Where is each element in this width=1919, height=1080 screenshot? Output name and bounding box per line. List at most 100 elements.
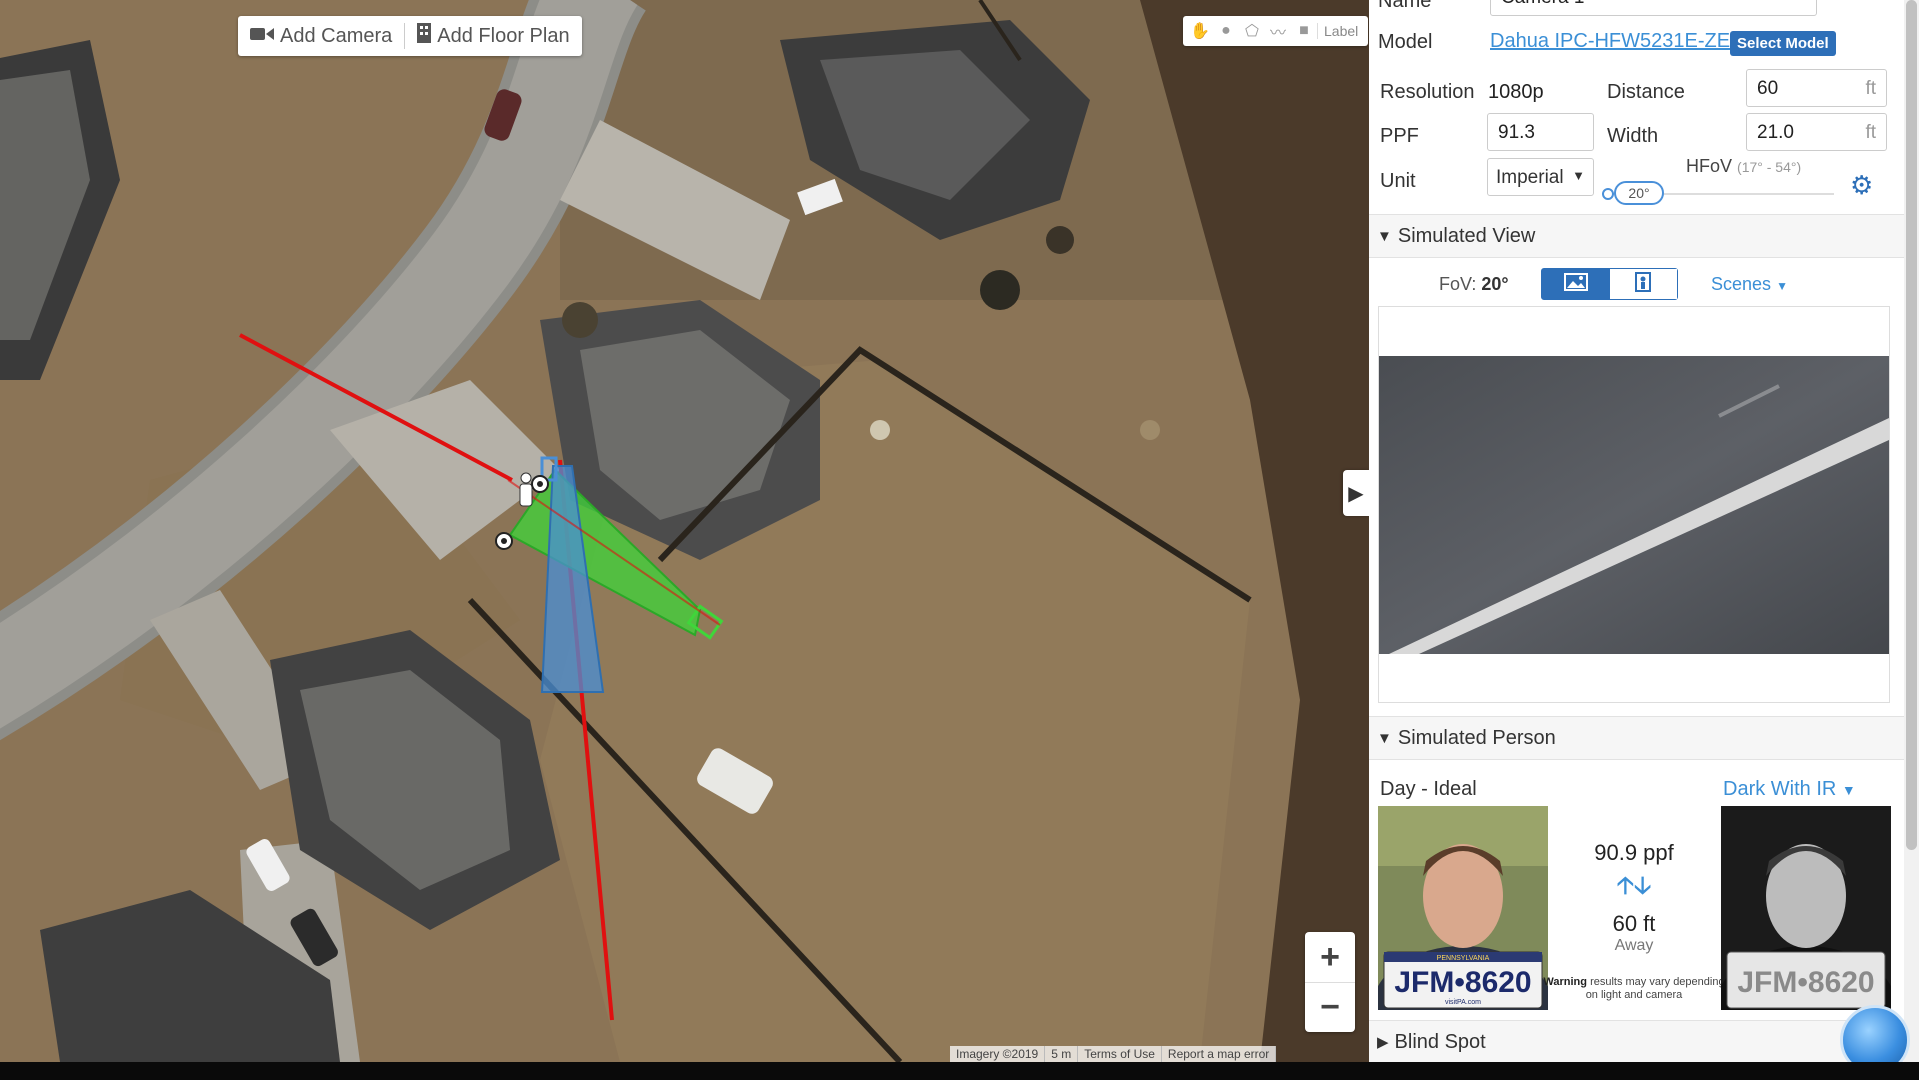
width-label: Width — [1607, 125, 1659, 147]
night-mode-value: Dark With IR — [1723, 778, 1837, 800]
add-camera-label: Add Camera — [280, 24, 393, 47]
simulated-view-title: Simulated View — [1397, 224, 1536, 247]
label-tool[interactable]: Label — [1317, 23, 1364, 39]
gear-icon[interactable]: ⚙ — [1850, 170, 1873, 201]
drawing-tools: ✋ ● ⬠ 〰 ■ Label — [1183, 16, 1369, 46]
day-plate-number: JFM•8620 — [1394, 966, 1531, 999]
add-floor-plan-button[interactable]: Add Floor Plan — [405, 16, 581, 56]
day-face-image: PENNSYLVANIA JFM•8620 visitPA.com — [1378, 806, 1548, 1010]
warning-bold: Warning — [1543, 976, 1587, 988]
width-value: 21.0 — [1757, 122, 1794, 143]
model-link[interactable]: Dahua IPC-HFW5231E-ZE — [1490, 30, 1730, 53]
fov-readout: FoV: 20° — [1439, 274, 1509, 295]
ppf-label: PPF — [1380, 125, 1419, 147]
camera-settings-panel: Name Camera 1 Model Dahua IPC-HFW5231E-Z… — [1369, 0, 1904, 1062]
zoom-out-button[interactable]: − — [1305, 982, 1355, 1032]
warning-text: results may vary depending on light and … — [1585, 976, 1725, 1001]
zoom-in-button[interactable]: + — [1305, 932, 1355, 982]
portrait-view-button[interactable] — [1609, 269, 1677, 299]
ppf-input[interactable]: 91.3 — [1487, 113, 1594, 151]
caret-right-icon: ▶ — [1377, 1034, 1389, 1051]
map-attribution: Imagery ©2019 5 m Terms of Use Report a … — [950, 1046, 1277, 1062]
resolution-label: Resolution — [1380, 81, 1475, 103]
warning-note: Warning results may vary depending on li… — [1541, 976, 1727, 1002]
report-error-link[interactable]: Report a map error — [1162, 1046, 1277, 1062]
panel-scrollbar[interactable] — [1904, 0, 1919, 1062]
map-toolbar: Add Camera Add Floor Plan — [238, 16, 582, 56]
caret-down-icon: ▼ — [1377, 729, 1392, 747]
simulated-view-image — [1379, 356, 1889, 654]
simulated-view-frame — [1378, 306, 1890, 703]
terms-link[interactable]: Terms of Use — [1078, 1046, 1162, 1062]
up-down-arrows-icon[interactable]: 🡡🡣 — [1549, 868, 1719, 909]
scrollbar-thumb[interactable] — [1906, 0, 1917, 850]
video-camera-icon — [250, 25, 274, 48]
simulated-person-header[interactable]: ▼ Simulated Person — [1369, 716, 1904, 760]
hfov-range: (17° - 54°) — [1737, 159, 1802, 175]
rectangle-tool-icon[interactable]: ■ — [1291, 18, 1317, 44]
night-mode-dropdown[interactable]: Dark With IR ▼ — [1723, 778, 1856, 801]
ppf-readout: 90.9 ppf 🡡🡣 60 ft Away — [1549, 840, 1719, 955]
ir-face-preview: JFM•8620 — [1721, 806, 1891, 1010]
distance-unit: ft — [1865, 78, 1876, 99]
day-plate-state: PENNSYLVANIA — [1437, 955, 1490, 962]
ir-face-image: JFM•8620 — [1721, 806, 1891, 1010]
day-face-preview: PENNSYLVANIA JFM•8620 visitPA.com — [1378, 806, 1548, 1010]
ir-plate-number: JFM•8620 — [1737, 966, 1874, 999]
pan-hand-icon[interactable]: ✋ — [1187, 18, 1213, 44]
polygon-tool-icon[interactable]: ⬠ — [1239, 18, 1265, 44]
day-mode-label: Day - Ideal — [1380, 778, 1477, 800]
model-label: Model — [1378, 31, 1433, 53]
distance-input[interactable]: 60 ft — [1746, 69, 1887, 107]
person-distance: 60 ft — [1612, 911, 1656, 936]
satellite-imagery — [0, 0, 1369, 1062]
add-floor-plan-label: Add Floor Plan — [437, 24, 570, 47]
day-plate-site: visitPA.com — [1445, 999, 1481, 1006]
simulated-view-header[interactable]: ▼ Simulated View — [1369, 214, 1904, 258]
simulated-person-title: Simulated Person — [1397, 726, 1556, 749]
caret-right-icon: ▶ — [1348, 482, 1364, 505]
line-tool-icon[interactable]: 〰 — [1265, 18, 1291, 44]
add-camera-button[interactable]: Add Camera — [238, 16, 404, 56]
hfov-slider-handle[interactable]: 20° — [1614, 181, 1664, 205]
camera-name-value: Camera 1 — [1501, 0, 1584, 8]
satellite-map[interactable]: Add Camera Add Floor Plan ✋ ● ⬠ 〰 ■ Labe… — [0, 0, 1369, 1062]
unit-select[interactable]: Imperial ▼ — [1487, 158, 1594, 196]
fov-label: FoV: — [1439, 274, 1477, 294]
resolution-value: 1080p — [1488, 81, 1544, 103]
taskbar — [0, 1062, 1919, 1080]
hfov-label: HFoV — [1686, 156, 1733, 176]
view-mode-toggle — [1541, 268, 1678, 300]
caret-down-icon: ▼ — [1572, 168, 1585, 183]
unit-value: Imperial — [1496, 167, 1564, 188]
camera-name-input[interactable]: Camera 1 — [1490, 0, 1817, 16]
unit-label: Unit — [1380, 170, 1416, 192]
collapse-panel-button[interactable]: ▶ — [1343, 470, 1369, 516]
scenes-label: Scenes — [1711, 274, 1772, 294]
name-label: Name — [1378, 0, 1432, 12]
fov-value: 20° — [1481, 274, 1509, 294]
caret-down-icon: ▼ — [1776, 279, 1788, 293]
zoom-control: + − — [1305, 932, 1355, 1032]
hfov-slider-min-dot — [1602, 188, 1614, 200]
select-model-button[interactable]: Select Model — [1730, 31, 1836, 56]
away-label: Away — [1614, 937, 1654, 954]
blind-spot-header[interactable]: ▶ Blind Spot — [1369, 1020, 1904, 1062]
person-frame-icon — [1635, 271, 1652, 297]
blind-spot-title: Blind Spot — [1394, 1030, 1486, 1053]
distance-label: Distance — [1607, 81, 1685, 103]
building-icon — [417, 23, 432, 49]
ppf-value: 91.3 — [1498, 122, 1535, 143]
ppf-person-value: 90.9 ppf — [1594, 840, 1674, 865]
image-icon — [1563, 272, 1588, 296]
width-input[interactable]: 21.0 ft — [1746, 113, 1887, 151]
caret-down-icon: ▼ — [1841, 782, 1856, 798]
hfov-title: HFoV (17° - 54°) — [1686, 156, 1801, 177]
map-scale: 5 m — [1045, 1046, 1079, 1062]
landscape-view-button[interactable] — [1542, 269, 1610, 299]
circle-tool-icon[interactable]: ● — [1213, 18, 1239, 44]
scenes-dropdown[interactable]: Scenes ▼ — [1711, 274, 1788, 295]
imagery-credit: Imagery ©2019 — [950, 1046, 1046, 1062]
caret-down-icon: ▼ — [1377, 227, 1392, 245]
distance-value: 60 — [1757, 78, 1779, 99]
